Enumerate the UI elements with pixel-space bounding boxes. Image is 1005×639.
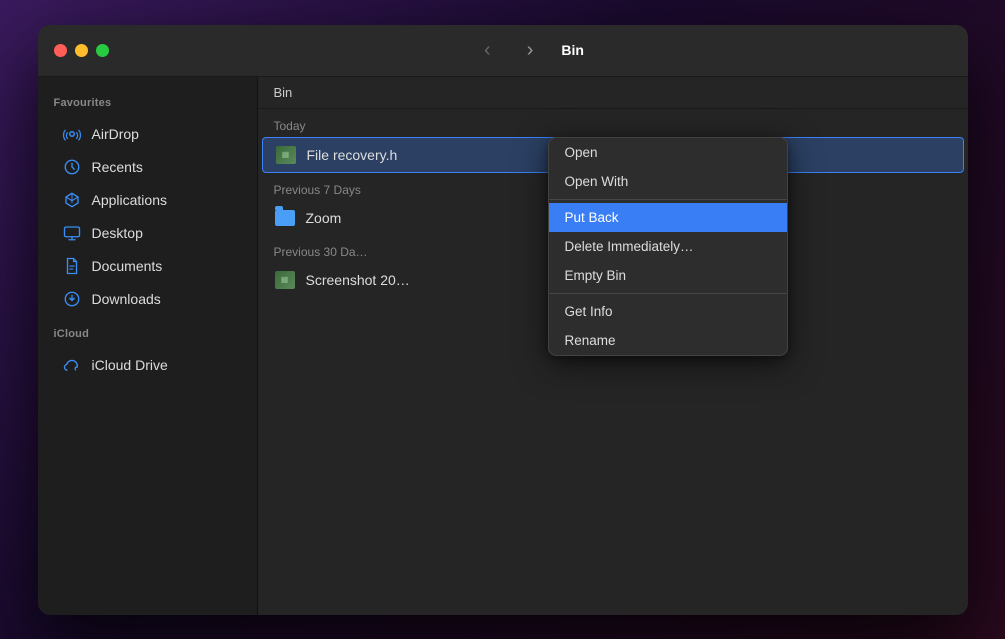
- icloud-drive-label: iCloud Drive: [92, 357, 168, 373]
- context-empty-bin[interactable]: Empty Bin: [549, 261, 787, 290]
- separator-2: [549, 293, 787, 294]
- recents-label: Recents: [92, 159, 143, 175]
- today-header: Today: [258, 109, 968, 137]
- context-get-info[interactable]: Get Info: [549, 297, 787, 326]
- main-content: Favourites AirDrop: [38, 77, 968, 615]
- back-button[interactable]: ‹: [476, 35, 499, 66]
- minimize-button[interactable]: [75, 44, 88, 57]
- applications-icon: [62, 190, 82, 210]
- favourites-label: Favourites: [38, 93, 257, 117]
- sidebar-item-desktop[interactable]: Desktop: [46, 217, 249, 249]
- sidebar-item-icloud-drive[interactable]: iCloud Drive: [46, 349, 249, 381]
- desktop-label: Desktop: [92, 225, 143, 241]
- airdrop-icon: [62, 124, 82, 144]
- downloads-label: Downloads: [92, 291, 161, 307]
- file-recovery-name: File recovery.h: [307, 147, 398, 163]
- icloud-label: iCloud: [38, 324, 257, 348]
- context-rename[interactable]: Rename: [549, 326, 787, 355]
- sidebar-item-documents[interactable]: Documents: [46, 250, 249, 282]
- sidebar-item-applications[interactable]: Applications: [46, 184, 249, 216]
- icloud-icon: [62, 355, 82, 375]
- back-icon: ‹: [484, 39, 491, 62]
- screenshot-name: Screenshot 20…: [306, 272, 410, 288]
- forward-icon: ›: [527, 39, 534, 62]
- context-menu: Open Open With Put Back Delete Immediate…: [548, 137, 788, 356]
- sidebar: Favourites AirDrop: [38, 77, 258, 615]
- file-recovery-icon: ▦: [275, 144, 297, 166]
- forward-button[interactable]: ›: [519, 35, 542, 66]
- context-open[interactable]: Open: [549, 138, 787, 167]
- traffic-lights: [54, 44, 109, 57]
- close-button[interactable]: [54, 44, 67, 57]
- recents-icon: [62, 157, 82, 177]
- breadcrumb: Bin: [258, 77, 968, 109]
- screenshot-icon: ▦: [274, 269, 296, 291]
- finder-window: ‹ › Bin Favourites AirDrop: [38, 25, 968, 615]
- desktop-icon: [62, 223, 82, 243]
- context-open-with[interactable]: Open With: [549, 167, 787, 196]
- sidebar-item-airdrop[interactable]: AirDrop: [46, 118, 249, 150]
- window-title: Bin: [561, 42, 584, 58]
- titlebar: ‹ › Bin: [38, 25, 968, 77]
- sidebar-item-downloads[interactable]: Downloads: [46, 283, 249, 315]
- maximize-button[interactable]: [96, 44, 109, 57]
- zoom-label: Zoom: [306, 210, 342, 226]
- titlebar-center: ‹ › Bin: [109, 35, 952, 66]
- context-put-back[interactable]: Put Back: [549, 203, 787, 232]
- file-pane: Bin Today ▦ File recovery.h Previous 7 D…: [258, 77, 968, 615]
- documents-icon: [62, 256, 82, 276]
- airdrop-label: AirDrop: [92, 126, 139, 142]
- documents-label: Documents: [92, 258, 163, 274]
- downloads-icon: [62, 289, 82, 309]
- separator-1: [549, 199, 787, 200]
- context-delete-immediately[interactable]: Delete Immediately…: [549, 232, 787, 261]
- sidebar-item-recents[interactable]: Recents: [46, 151, 249, 183]
- zoom-folder-icon: [274, 207, 296, 229]
- applications-label: Applications: [92, 192, 168, 208]
